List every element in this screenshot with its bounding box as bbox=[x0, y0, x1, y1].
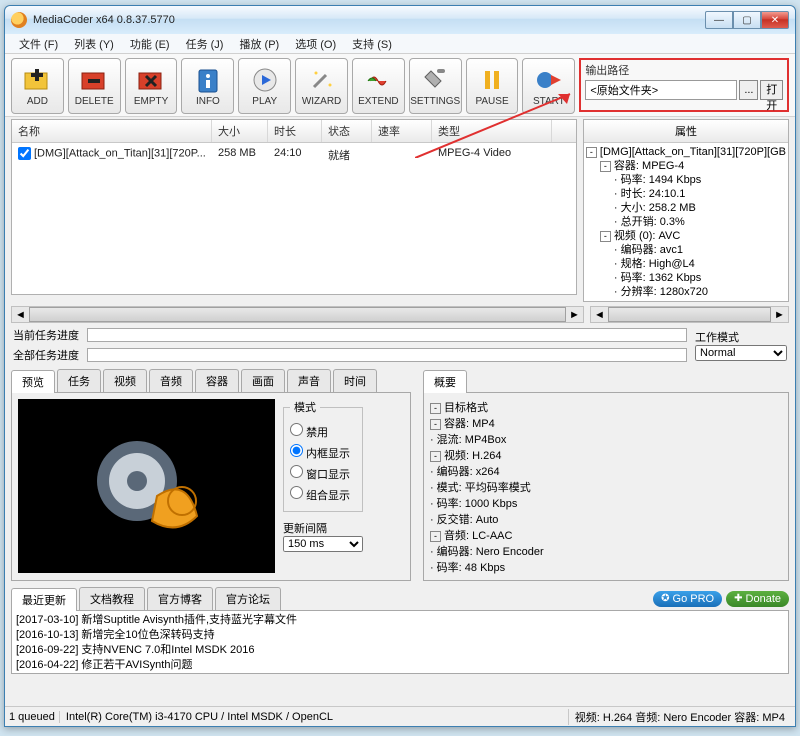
progress-current-bar bbox=[87, 328, 687, 342]
list-hscroll[interactable]: ◄► bbox=[11, 306, 584, 323]
delete-button[interactable]: DELETE bbox=[68, 58, 121, 114]
properties-panel: 属性 -[DMG][Attack_on_Titan][31][720P][GB-… bbox=[583, 119, 789, 302]
tab-task[interactable]: 任务 bbox=[57, 369, 101, 392]
progress-total-label: 全部任务进度 bbox=[13, 347, 81, 363]
properties-body: -[DMG][Attack_on_Titan][31][720P][GB-容器:… bbox=[584, 143, 788, 301]
wizard-button[interactable]: WIZARD bbox=[295, 58, 348, 114]
list-header: 名称 大小 时长 状态 速率 类型 bbox=[12, 120, 576, 143]
tab-docs[interactable]: 文档教程 bbox=[79, 587, 145, 610]
col-rate[interactable]: 速率 bbox=[372, 120, 432, 142]
menu-task[interactable]: 任务 (J) bbox=[178, 34, 232, 54]
col-dur[interactable]: 时长 bbox=[268, 120, 322, 142]
toolbar: ADD DELETE EMPTY INFO PLAY WIZARD EXTEND… bbox=[5, 54, 795, 117]
play-button[interactable]: PLAY bbox=[238, 58, 291, 114]
update-interval-select[interactable]: 150 ms bbox=[283, 536, 363, 552]
info-button[interactable]: INFO bbox=[181, 58, 234, 114]
col-size[interactable]: 大小 bbox=[212, 120, 268, 142]
extend-button[interactable]: EXTEND bbox=[352, 58, 405, 114]
tab-picture[interactable]: 画面 bbox=[241, 369, 285, 392]
output-path-label: 输出路径 bbox=[585, 62, 783, 78]
mode-inbox[interactable]: 内框显示 bbox=[290, 442, 356, 463]
list-row[interactable]: [DMG][Attack_on_Titan][31][720P... 258 M… bbox=[12, 143, 576, 167]
tab-video[interactable]: 视频 bbox=[103, 369, 147, 392]
menu-file[interactable]: 文件 (F) bbox=[11, 34, 66, 54]
tab-summary[interactable]: 概要 bbox=[423, 370, 467, 393]
summary-title: -目标格式 bbox=[430, 399, 782, 415]
preview-area bbox=[18, 399, 275, 573]
progress-current-label: 当前任务进度 bbox=[13, 327, 81, 343]
close-button[interactable]: ✕ bbox=[761, 11, 789, 29]
row-checkbox[interactable] bbox=[18, 147, 31, 160]
app-icon bbox=[11, 12, 27, 28]
status-cpu: Intel(R) Core(TM) i3-4170 CPU / Intel MS… bbox=[59, 711, 339, 723]
news-item[interactable]: [2017-03-10] 新增Suptitle Avisynth插件,支持蓝光字… bbox=[16, 613, 784, 628]
col-name[interactable]: 名称 bbox=[12, 120, 212, 142]
left-tabs: 预览 任务 视频 音频 容器 画面 声音 时间 bbox=[11, 369, 411, 393]
minimize-button[interactable]: — bbox=[705, 11, 733, 29]
tab-container[interactable]: 容器 bbox=[195, 369, 239, 392]
tab-preview[interactable]: 预览 bbox=[11, 370, 55, 393]
settings-button[interactable]: SETTINGS bbox=[409, 58, 462, 114]
news-item[interactable]: [2016-04-22] 修正若干AVISynth问题 bbox=[16, 658, 784, 673]
menubar: 文件 (F) 列表 (Y) 功能 (E) 任务 (J) 播放 (P) 选项 (O… bbox=[5, 34, 795, 54]
start-button[interactable]: START bbox=[522, 58, 575, 114]
news-item[interactable]: [2016-09-22] 支持NVENC 7.0和Intel MSDK 2016 bbox=[16, 643, 784, 658]
app-window: MediaCoder x64 0.8.37.5770 — ▢ ✕ 文件 (F) … bbox=[4, 5, 796, 727]
empty-button[interactable]: EMPTY bbox=[125, 58, 178, 114]
update-interval-label: 更新间隔 bbox=[283, 520, 363, 536]
tab-recent[interactable]: 最近更新 bbox=[11, 588, 77, 611]
add-button[interactable]: ADD bbox=[11, 58, 64, 114]
props-hscroll[interactable]: ◄► bbox=[590, 306, 789, 323]
gopro-button[interactable]: ✪ Go PRO bbox=[653, 591, 722, 607]
summary-panel: -目标格式 -容器: MP4·混流: MP4Box-视频: H.264·编码器:… bbox=[423, 393, 789, 581]
preview-panel: 模式 禁用 内框显示 窗口显示 组合显示 更新间隔 150 ms bbox=[11, 393, 411, 581]
menu-options[interactable]: 选项 (O) bbox=[287, 34, 344, 54]
workmode-select[interactable]: Normal bbox=[695, 345, 787, 361]
progress-total-bar bbox=[87, 348, 687, 362]
tab-forum[interactable]: 官方论坛 bbox=[215, 587, 281, 610]
open-button[interactable]: 打开 bbox=[760, 80, 783, 100]
tab-audio[interactable]: 音频 bbox=[149, 369, 193, 392]
output-path-panel: 输出路径 ... 打开 bbox=[579, 58, 789, 112]
mode-fieldset: 模式 禁用 内框显示 窗口显示 组合显示 bbox=[283, 399, 363, 512]
col-stat[interactable]: 状态 bbox=[322, 120, 372, 142]
workmode-label: 工作模式 bbox=[695, 329, 787, 345]
mode-combo[interactable]: 组合显示 bbox=[290, 484, 356, 505]
status-queued: 1 queued bbox=[9, 711, 55, 723]
news-item[interactable]: [2016-10-13] 新增完全10位色深转码支持 bbox=[16, 628, 784, 643]
maximize-button[interactable]: ▢ bbox=[733, 11, 761, 29]
right-tabs: 概要 bbox=[423, 369, 789, 393]
tab-blog[interactable]: 官方博客 bbox=[147, 587, 213, 610]
menu-function[interactable]: 功能 (E) bbox=[122, 34, 178, 54]
tab-time[interactable]: 时间 bbox=[333, 369, 377, 392]
file-list: 名称 大小 时长 状态 速率 类型 [DMG][Attack_on_Titan]… bbox=[11, 119, 577, 295]
menu-support[interactable]: 支持 (S) bbox=[344, 34, 400, 54]
pause-button[interactable]: PAUSE bbox=[466, 58, 519, 114]
properties-title: 属性 bbox=[584, 120, 788, 143]
menu-play[interactable]: 播放 (P) bbox=[231, 34, 287, 54]
menu-list[interactable]: 列表 (Y) bbox=[66, 34, 122, 54]
tab-sound[interactable]: 声音 bbox=[287, 369, 331, 392]
mode-window[interactable]: 窗口显示 bbox=[290, 463, 356, 484]
titlebar[interactable]: MediaCoder x64 0.8.37.5770 — ▢ ✕ bbox=[5, 6, 795, 34]
col-type[interactable]: 类型 bbox=[432, 120, 552, 142]
donate-button[interactable]: ✚ Donate bbox=[726, 591, 789, 607]
browse-button[interactable]: ... bbox=[739, 80, 758, 100]
mode-disable[interactable]: 禁用 bbox=[290, 421, 356, 442]
statusbar: 1 queued Intel(R) Core(TM) i3-4170 CPU /… bbox=[5, 706, 795, 726]
news-list[interactable]: [2017-03-10] 新增Suptitle Avisynth插件,支持蓝光字… bbox=[11, 610, 789, 674]
mode-title: 模式 bbox=[290, 399, 320, 415]
output-path-input[interactable] bbox=[585, 80, 737, 100]
bottom-tabs: 最近更新 文档教程 官方博客 官方论坛 ✪ Go PRO ✚ Donate bbox=[11, 587, 789, 610]
status-codec: 视频: H.264 音频: Nero Encoder 容器: MP4 bbox=[568, 709, 791, 725]
window-title: MediaCoder x64 0.8.37.5770 bbox=[33, 14, 705, 26]
